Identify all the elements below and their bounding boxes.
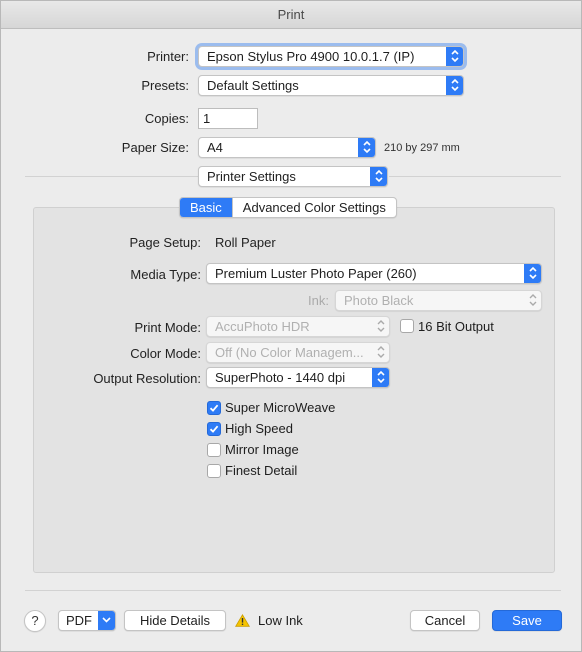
- save-button[interactable]: Save: [492, 610, 562, 631]
- paper-size-note: 210 by 297 mm: [384, 142, 460, 154]
- tab-advanced-color-settings[interactable]: Advanced Color Settings: [231, 198, 396, 217]
- copies-label: Copies:: [144, 111, 189, 126]
- print-mode-value: AccuPhoto HDR: [215, 319, 310, 334]
- copies-input[interactable]: 1: [198, 108, 258, 129]
- updown-arrows-icon: [524, 291, 541, 310]
- warning-icon: [234, 614, 251, 630]
- printer-select[interactable]: Epson Stylus Pro 4900 10.0.1.7 (IP): [198, 46, 464, 67]
- cancel-button[interactable]: Cancel: [410, 610, 480, 631]
- low-ink-status: Low Ink: [258, 613, 303, 628]
- color-mode-select[interactable]: Off (No Color Managem...: [206, 342, 390, 363]
- bit-output-checkbox[interactable]: [400, 319, 414, 333]
- separator: [25, 176, 199, 177]
- output-resolution-value: SuperPhoto - 1440 dpi: [215, 370, 346, 385]
- settings-panel: [33, 207, 555, 573]
- finest-detail-checkbox[interactable]: [207, 464, 221, 478]
- section-select[interactable]: Printer Settings: [198, 166, 388, 187]
- presets-select[interactable]: Default Settings: [198, 75, 464, 96]
- printer-label: Printer:: [147, 49, 189, 64]
- updown-arrows-icon: [446, 76, 463, 95]
- updown-arrows-icon: [446, 47, 463, 66]
- super-microweave-label: Super MicroWeave: [225, 400, 336, 415]
- ink-select[interactable]: Photo Black: [335, 290, 542, 311]
- paper-size-value: A4: [207, 140, 223, 155]
- super-microweave-checkbox[interactable]: [207, 401, 221, 415]
- separator: [389, 176, 561, 177]
- print-dialog: Print Printer: Epson Stylus Pro 4900 10.…: [0, 0, 582, 652]
- window-title: Print: [1, 1, 581, 29]
- mirror-image-checkbox[interactable]: [207, 443, 221, 457]
- updown-arrows-icon: [372, 368, 389, 387]
- media-type-label: Media Type:: [130, 267, 201, 282]
- ink-value: Photo Black: [344, 293, 414, 308]
- footer-separator: [25, 590, 561, 591]
- updown-arrows-icon: [372, 317, 389, 336]
- color-mode-label: Color Mode:: [130, 346, 201, 361]
- help-button[interactable]: ?: [24, 610, 46, 632]
- pdf-menu-button[interactable]: PDF: [58, 610, 116, 631]
- print-mode-label: Print Mode:: [134, 320, 201, 335]
- updown-arrows-icon: [358, 138, 375, 157]
- paper-size-label: Paper Size:: [121, 140, 189, 155]
- checkmark-icon: [209, 425, 219, 433]
- high-speed-checkbox[interactable]: [207, 422, 221, 436]
- page-setup-value: Roll Paper: [215, 235, 276, 250]
- color-mode-value: Off (No Color Managem...: [215, 345, 364, 360]
- tab-basic[interactable]: Basic: [180, 198, 232, 217]
- hide-details-button[interactable]: Hide Details: [124, 610, 226, 631]
- section-value: Printer Settings: [207, 169, 296, 184]
- ink-label: Ink:: [308, 293, 329, 308]
- finest-detail-label: Finest Detail: [225, 463, 298, 478]
- pdf-label: PDF: [66, 613, 92, 628]
- updown-arrows-icon: [524, 264, 541, 283]
- printer-value: Epson Stylus Pro 4900 10.0.1.7 (IP): [207, 49, 415, 64]
- output-resolution-select[interactable]: SuperPhoto - 1440 dpi: [206, 367, 390, 388]
- settings-tabs: Basic Advanced Color Settings: [179, 197, 397, 218]
- output-resolution-label: Output Resolution:: [93, 371, 201, 386]
- print-mode-select[interactable]: AccuPhoto HDR: [206, 316, 390, 337]
- media-type-value: Premium Luster Photo Paper (260): [215, 266, 417, 281]
- presets-value: Default Settings: [207, 78, 299, 93]
- bit-output-label: 16 Bit Output: [418, 319, 494, 334]
- page-setup-label: Page Setup:: [129, 235, 201, 250]
- presets-label: Presets:: [141, 78, 189, 93]
- paper-size-select[interactable]: A4: [198, 137, 376, 158]
- updown-arrows-icon: [370, 167, 387, 186]
- checkmark-icon: [209, 404, 219, 412]
- mirror-image-label: Mirror Image: [225, 442, 299, 457]
- updown-arrows-icon: [372, 343, 389, 362]
- high-speed-label: High Speed: [225, 421, 293, 436]
- media-type-select[interactable]: Premium Luster Photo Paper (260): [206, 263, 542, 284]
- chevron-down-icon: [98, 611, 115, 630]
